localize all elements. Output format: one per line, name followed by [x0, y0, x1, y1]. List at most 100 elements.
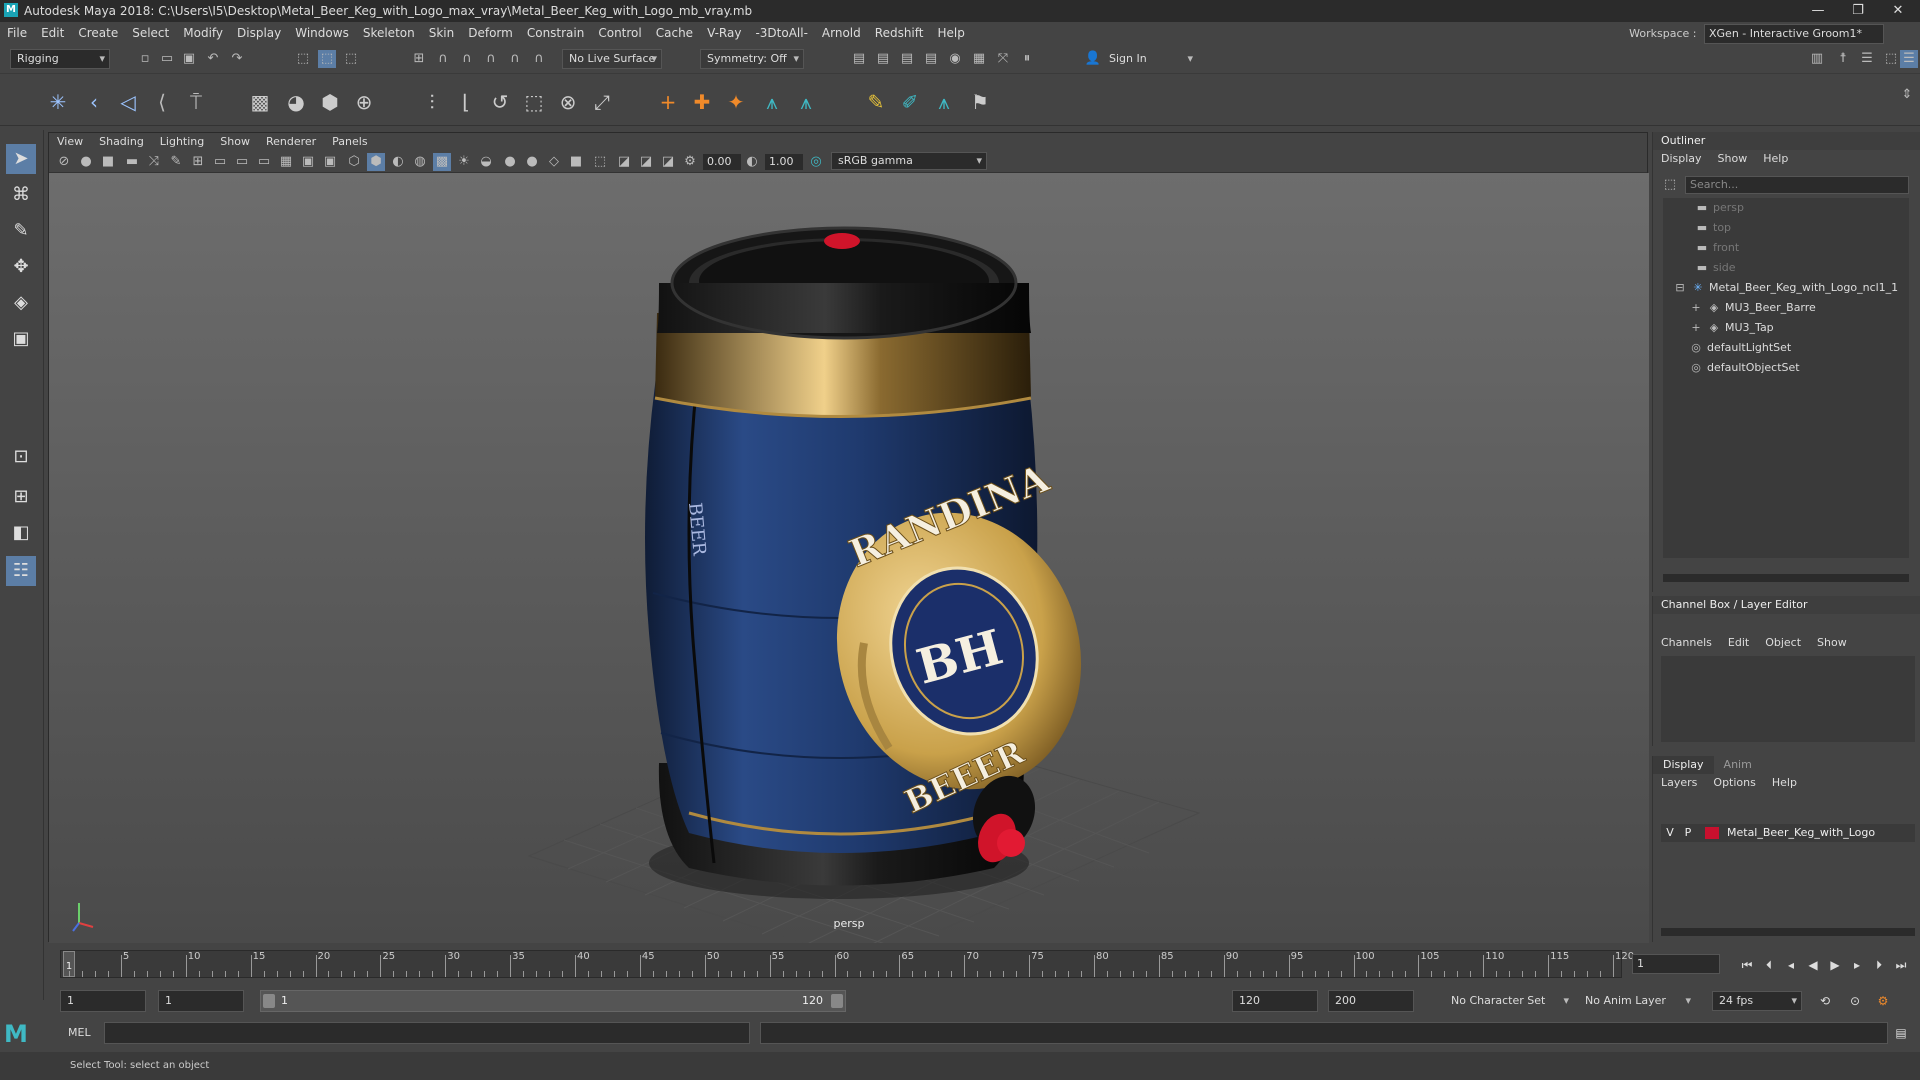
snap-surface-icon[interactable]: ∩: [506, 50, 524, 68]
create-joint-icon[interactable]: ✳: [44, 88, 72, 116]
select-hierarchy-icon[interactable]: ⬚: [294, 50, 312, 68]
menu-deform[interactable]: Deform: [461, 22, 520, 44]
step-back-key-icon[interactable]: ⏴: [1760, 956, 1778, 974]
step-forward-key-icon[interactable]: ⏵: [1870, 956, 1888, 974]
render-frame-icon[interactable]: ▤: [850, 50, 868, 68]
outliner-item-tap[interactable]: + ◈ MU3_Tap: [1689, 318, 1920, 338]
outliner-item-keg-group[interactable]: ⊟ ✳ Metal_Beer_Keg_with_Logo_ncl1_1: [1673, 278, 1913, 298]
scale-constraint-icon[interactable]: ⬚: [520, 88, 548, 116]
outliner-menu-help[interactable]: Help: [1755, 150, 1796, 168]
open-scene-icon[interactable]: ▭: [158, 50, 176, 68]
symmetry-dropdown[interactable]: Symmetry: Off: [700, 49, 804, 69]
go-to-end-icon[interactable]: ⏭: [1892, 956, 1910, 974]
layer-hscrollbar[interactable]: [1661, 928, 1915, 936]
parent-constraint-icon[interactable]: ⫶: [418, 88, 446, 116]
close-icon[interactable]: ✕: [1878, 0, 1918, 22]
safe-action-icon[interactable]: ▣: [299, 153, 317, 171]
play-backward-icon[interactable]: ◀: [1804, 956, 1822, 974]
mirror-joint-icon[interactable]: ⍑: [182, 88, 210, 116]
render-settings-icon[interactable]: ▤: [922, 50, 940, 68]
outliner-menu-display[interactable]: Display: [1653, 150, 1710, 168]
motion-blur-icon[interactable]: ●: [523, 153, 541, 171]
range-start-handle[interactable]: [263, 994, 275, 1008]
menu-skin[interactable]: Skin: [422, 22, 462, 44]
aim-constraint-icon[interactable]: ⊗: [554, 88, 582, 116]
menu-vray[interactable]: V-Ray: [700, 22, 748, 44]
command-input[interactable]: [104, 1022, 750, 1044]
menu-cache[interactable]: Cache: [649, 22, 700, 44]
ambient-occlusion-icon[interactable]: ●: [501, 153, 519, 171]
range-slider-bar[interactable]: 1 120: [260, 990, 846, 1012]
outliner-item-beer-barre[interactable]: + ◈ MU3_Beer_Barre: [1689, 298, 1920, 318]
current-frame-field[interactable]: 1: [1632, 954, 1720, 974]
layers-menu[interactable]: Layers: [1653, 774, 1705, 792]
menu-3dtoall[interactable]: -3DtoAll-: [748, 22, 814, 44]
2d-pan-zoom-icon[interactable]: ⤨: [145, 153, 163, 171]
redo-icon[interactable]: ↷: [228, 50, 246, 68]
safe-title-icon[interactable]: ▣: [321, 153, 339, 171]
save-scene-icon[interactable]: ▣: [180, 50, 198, 68]
image-plane-icon[interactable]: ▬: [123, 153, 141, 171]
shelf-scroll-icon[interactable]: ⇕: [1898, 86, 1916, 104]
field-chart-icon[interactable]: ▦: [277, 153, 295, 171]
anim-end-field[interactable]: 200: [1328, 990, 1414, 1012]
anim-prefs-icon[interactable]: ⚙: [1874, 992, 1892, 1010]
new-scene-icon[interactable]: ▫: [136, 50, 154, 68]
workspace-dropdown[interactable]: XGen - Interactive Groom1*: [1704, 24, 1884, 44]
quick-rig-icon[interactable]: ⩚: [758, 88, 786, 116]
edit-menu[interactable]: Edit: [1720, 634, 1757, 652]
expand-icon[interactable]: +: [1689, 298, 1703, 318]
tab-display[interactable]: Display: [1653, 756, 1714, 774]
range-end-handle[interactable]: [831, 994, 843, 1008]
3d-viewport[interactable]: RANDINA BH BEEER BEER persp: [49, 173, 1649, 943]
layer-name[interactable]: Metal_Beer_Keg_with_Logo: [1727, 826, 1875, 839]
menu-set-dropdown[interactable]: Rigging: [10, 49, 110, 69]
snap-grid-icon[interactable]: ⊞: [410, 50, 428, 68]
live-surface-field[interactable]: No Live Surface: [562, 49, 662, 69]
textured-icon[interactable]: ▩: [433, 153, 451, 171]
collapse-icon[interactable]: ⊟: [1673, 278, 1687, 298]
help-menu[interactable]: Help: [1764, 774, 1805, 792]
shadows-icon[interactable]: ◒: [477, 153, 495, 171]
vp-menu-shading[interactable]: Shading: [91, 133, 152, 151]
character-set-dropdown[interactable]: No Character Set: [1444, 991, 1574, 1011]
insert-joint-icon[interactable]: ⟨: [148, 88, 176, 116]
channel-box-icon[interactable]: ☰: [1900, 50, 1918, 68]
anim-layer-dropdown[interactable]: No Anim Layer: [1578, 991, 1696, 1011]
bookmark-icon[interactable]: ■: [99, 153, 117, 171]
gamma-field[interactable]: 1.00: [765, 154, 803, 170]
locator-icon[interactable]: +: [654, 88, 682, 116]
vp-menu-panels[interactable]: Panels: [324, 133, 375, 151]
vray-render-icon[interactable]: ▦: [970, 50, 988, 68]
show-menu[interactable]: Show: [1809, 634, 1855, 652]
outliner-item-persp[interactable]: ▬ persp: [1695, 198, 1920, 218]
outliner-search-input[interactable]: Search...: [1685, 176, 1909, 194]
layer-visibility-toggle[interactable]: V: [1661, 824, 1679, 842]
single-pane-icon[interactable]: ⊡: [6, 442, 36, 472]
grease-pencil-icon[interactable]: ✎: [167, 153, 185, 171]
loop-icon[interactable]: ⟲: [1816, 992, 1834, 1010]
outliner-layout-icon[interactable]: ☷: [6, 556, 36, 586]
anti-aliasing-icon[interactable]: ◇: [545, 153, 563, 171]
tab-anim[interactable]: Anim: [1714, 756, 1762, 774]
select-tool-icon[interactable]: ➤: [6, 144, 36, 174]
default-material-icon[interactable]: ◐: [389, 153, 407, 171]
wireframe-icon[interactable]: ⬡: [345, 153, 363, 171]
menu-file[interactable]: File: [0, 22, 34, 44]
two-pane-icon[interactable]: ◧: [6, 518, 36, 548]
menu-edit[interactable]: Edit: [34, 22, 71, 44]
menu-redshift[interactable]: Redshift: [868, 22, 931, 44]
select-component-icon[interactable]: ⬚: [342, 50, 360, 68]
film-gate-icon[interactable]: ▭: [211, 153, 229, 171]
xray-icon[interactable]: ◪: [615, 153, 633, 171]
snap-pivot-icon[interactable]: ∩: [530, 50, 548, 68]
menu-windows[interactable]: Windows: [288, 22, 356, 44]
outliner-item-top[interactable]: ▬ top: [1695, 218, 1920, 238]
menu-arnold[interactable]: Arnold: [815, 22, 868, 44]
sign-in-button[interactable]: Sign In: [1102, 49, 1198, 69]
skeleton-generator-icon[interactable]: ⩚: [792, 88, 820, 116]
hik-character-icon[interactable]: ✦: [722, 88, 750, 116]
bind-skin-icon[interactable]: ▩: [246, 88, 274, 116]
resolution-gate-icon[interactable]: ▭: [233, 153, 251, 171]
menu-create[interactable]: Create: [71, 22, 125, 44]
